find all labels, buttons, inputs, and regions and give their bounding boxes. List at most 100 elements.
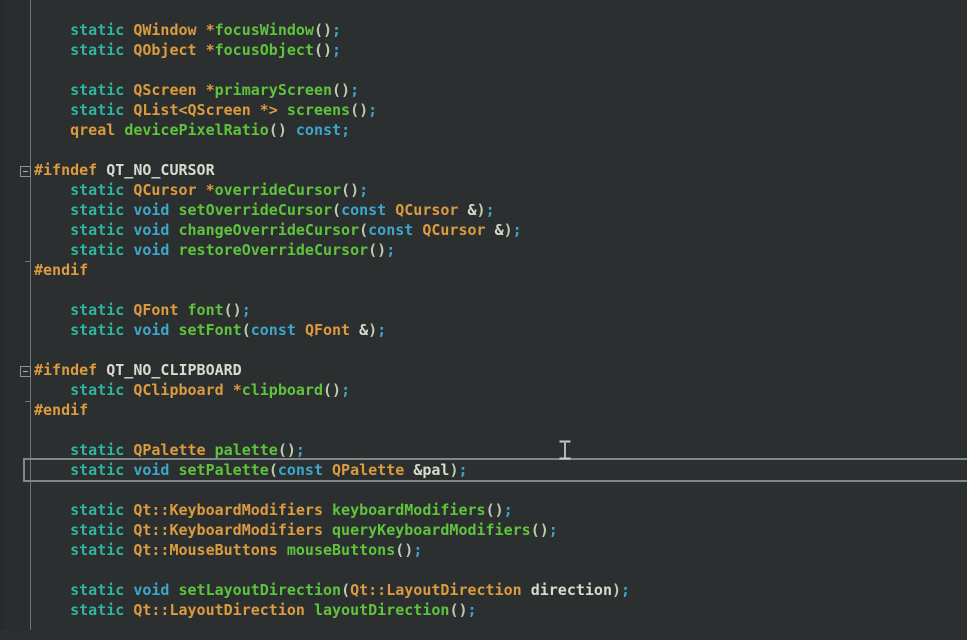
token-br: () xyxy=(313,21,333,39)
token-sc: ; xyxy=(341,381,351,399)
token-ws xyxy=(34,381,70,399)
code-line-16[interactable]: static void setFont(const QFont &); xyxy=(0,320,967,340)
token-pl: & xyxy=(467,201,477,219)
code-line-3[interactable] xyxy=(0,60,967,80)
token-pp: #ifndef xyxy=(34,161,107,179)
token-ty: * xyxy=(205,81,215,99)
token-pp: #endif xyxy=(34,401,89,419)
token-ws xyxy=(34,521,70,539)
token-fn: queryKeyboardModifiers xyxy=(332,521,531,539)
token-kt: const xyxy=(277,461,333,479)
code-line-10[interactable]: static void setOverrideCursor(const QCur… xyxy=(0,200,967,220)
code-line-26[interactable]: static Qt::KeyboardModifiers queryKeyboa… xyxy=(0,520,967,540)
code-line-21[interactable] xyxy=(0,420,967,440)
token-kw: static xyxy=(70,201,134,219)
code-line-2[interactable]: static QObject *focusObject(); xyxy=(0,40,967,60)
token-ws xyxy=(34,221,70,239)
token-ws xyxy=(34,181,70,199)
token-ws xyxy=(34,601,70,619)
token-ty: QCursor xyxy=(422,221,495,239)
code-line-22[interactable]: static QPalette palette(); xyxy=(0,440,967,460)
code-line-24[interactable] xyxy=(0,480,967,500)
code-line-29[interactable]: static void setLayoutDirection(Qt::Layou… xyxy=(0,580,967,600)
code-line-11[interactable]: static void changeOverrideCursor(const Q… xyxy=(0,220,967,240)
code-line-15[interactable]: static QFont font(); xyxy=(0,300,967,320)
token-br: () xyxy=(395,541,414,559)
code-line-12[interactable]: static void restoreOverrideCursor(); xyxy=(0,240,967,260)
code-line-18[interactable]: #ifndef QT_NO_CLIPBOARD xyxy=(0,360,967,380)
token-br: ) xyxy=(612,581,622,599)
token-sc: ; xyxy=(341,121,351,139)
token-fn: changeOverrideCursor xyxy=(178,221,360,239)
token-ty: Qt::KeyboardModifiers xyxy=(133,521,333,539)
code-line-19[interactable]: static QClipboard *clipboard(); xyxy=(0,380,967,400)
code-line-9[interactable]: static QCursor *overrideCursor(); xyxy=(0,180,967,200)
token-br: () xyxy=(368,241,387,259)
token-sc: ; xyxy=(458,461,468,479)
code-line-28[interactable] xyxy=(0,560,967,580)
code-line-6[interactable]: qreal devicePixelRatio() const; xyxy=(0,120,967,140)
token-ty: * xyxy=(205,181,215,199)
token-kt: void xyxy=(133,201,179,219)
token-fn: keyboardModifiers xyxy=(332,501,486,519)
code-line-14[interactable] xyxy=(0,280,967,300)
token-kw: static xyxy=(70,441,134,459)
token-ty: * xyxy=(232,381,242,399)
token-ws xyxy=(34,581,70,599)
token-fn: setPalette xyxy=(178,461,269,479)
token-sc: ; xyxy=(548,521,558,539)
token-ws xyxy=(34,501,70,519)
token-fn: setOverrideCursor xyxy=(178,201,333,219)
token-ws xyxy=(34,121,70,139)
code-area[interactable]: static QWindow *focusWindow(); static QO… xyxy=(0,20,967,640)
token-kw: static xyxy=(70,461,134,479)
token-sc: ; xyxy=(350,81,360,99)
token-ty: QFont xyxy=(304,321,360,339)
token-ty: QFont xyxy=(133,301,188,319)
token-br: () xyxy=(277,441,296,459)
token-kw: static xyxy=(70,21,134,39)
code-line-23[interactable]: static void setPalette(const QPalette &p… xyxy=(0,460,967,480)
code-line-4[interactable]: static QScreen *primaryScreen(); xyxy=(0,80,967,100)
token-kw: static xyxy=(70,521,134,539)
code-line-17[interactable] xyxy=(0,340,967,360)
token-sc: ; xyxy=(386,241,396,259)
code-line-13[interactable]: #endif xyxy=(0,260,967,280)
token-ws xyxy=(34,81,70,99)
token-sc: ; xyxy=(512,221,522,239)
token-fn: clipboard xyxy=(241,381,323,399)
token-ws xyxy=(34,461,70,479)
token-kw: static xyxy=(70,581,134,599)
token-kw: static xyxy=(70,241,134,259)
token-ty: Qt::LayoutDirection xyxy=(133,601,314,619)
token-kw: static xyxy=(70,321,134,339)
code-line-8[interactable]: #ifndef QT_NO_CURSOR xyxy=(0,160,967,180)
token-br: () xyxy=(332,81,351,99)
code-line-31[interactable] xyxy=(0,620,967,640)
token-ws xyxy=(34,301,70,319)
token-br: () xyxy=(449,601,468,619)
token-kw: static xyxy=(70,381,134,399)
token-fn: setFont xyxy=(178,321,242,339)
token-sc: ; xyxy=(241,301,251,319)
token-ty: QCursor xyxy=(395,201,468,219)
code-line-25[interactable]: static Qt::KeyboardModifiers keyboardMod… xyxy=(0,500,967,520)
token-kw: static xyxy=(70,501,134,519)
token-sc: ; xyxy=(467,601,477,619)
token-pl: direction xyxy=(530,581,612,599)
code-line-27[interactable]: static Qt::MouseButtons mouseButtons(); xyxy=(0,540,967,560)
code-line-7[interactable] xyxy=(0,140,967,160)
token-ws xyxy=(34,21,70,39)
code-line-5[interactable]: static QList<QScreen *> screens(); xyxy=(0,100,967,120)
code-line-1[interactable]: static QWindow *focusWindow(); xyxy=(0,20,967,40)
token-br: ) xyxy=(476,201,486,219)
token-kt: const xyxy=(250,321,305,339)
token-sc: ; xyxy=(621,581,631,599)
token-br: ) xyxy=(368,321,378,339)
token-br: () xyxy=(530,521,549,539)
code-line-20[interactable]: #endif xyxy=(0,400,967,420)
token-sc: ; xyxy=(332,41,342,59)
token-fn: font xyxy=(187,301,224,319)
code-line-30[interactable]: static Qt::LayoutDirection layoutDirecti… xyxy=(0,600,967,620)
